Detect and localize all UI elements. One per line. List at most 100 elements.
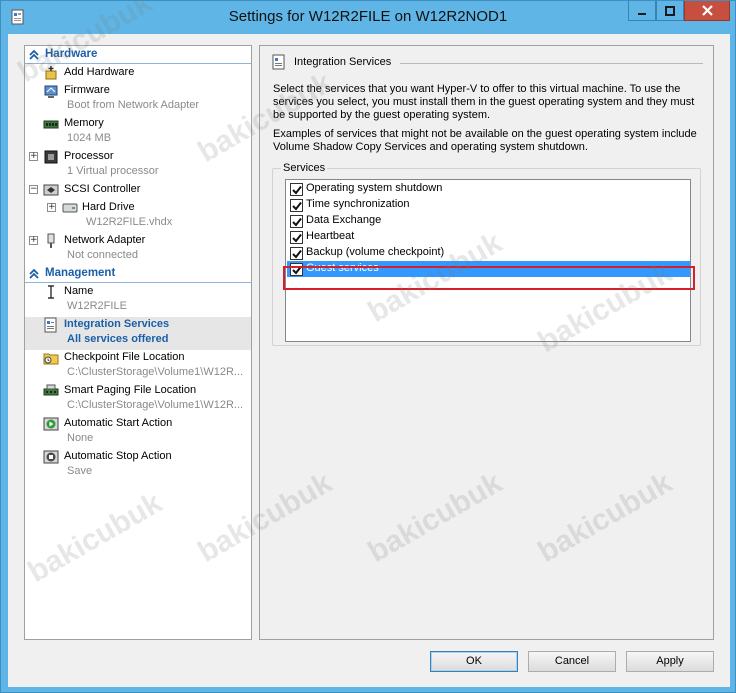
collapse-toggle[interactable]: − xyxy=(29,185,38,194)
checkmark-icon xyxy=(292,233,302,243)
cancel-button[interactable]: Cancel xyxy=(528,651,616,672)
service-label: Data Exchange xyxy=(306,214,382,226)
minimize-button[interactable] xyxy=(628,1,656,21)
apply-button[interactable]: Apply xyxy=(626,651,714,672)
nav-item-smart-paging-location[interactable]: Smart Paging File Location C:\ClusterSto… xyxy=(25,383,251,416)
nav-item-label: Hard Drive xyxy=(82,201,135,213)
service-checkbox[interactable] xyxy=(290,215,303,228)
checkmark-icon xyxy=(292,201,302,211)
nav-item-value: C:\ClusterStorage\Volume1\W12R... xyxy=(67,366,244,378)
hardware-header-label: Hardware xyxy=(45,48,98,60)
nav-item-label: Network Adapter xyxy=(64,234,146,246)
integration-services-panel: Integration Services Select the services… xyxy=(259,45,714,640)
service-checkbox[interactable] xyxy=(290,247,303,260)
settings-nav-tree: Hardware Add Hardware Firmware Boot from… xyxy=(24,45,252,640)
nav-item-label: Automatic Stop Action xyxy=(64,450,172,462)
nav-item-integration-services[interactable]: Integration Services All services offere… xyxy=(25,317,251,350)
service-checkbox[interactable] xyxy=(290,183,303,196)
hard-drive-icon xyxy=(62,203,78,213)
maximize-icon xyxy=(665,5,675,16)
nav-item-processor[interactable]: + Processor 1 Virtual processor xyxy=(25,149,251,182)
service-label: Time synchronization xyxy=(306,198,410,210)
nav-item-checkpoint-location[interactable]: Checkpoint File Location C:\ClusterStora… xyxy=(25,350,251,383)
header-divider xyxy=(400,63,703,64)
nav-item-label: Memory xyxy=(64,117,104,129)
nav-item-label: Add Hardware xyxy=(64,66,135,78)
close-icon xyxy=(701,5,713,16)
network-adapter-icon xyxy=(47,233,55,248)
service-backup[interactable]: Backup (volume checkpoint) xyxy=(287,245,690,261)
services-examples-note: Examples of services that might not be a… xyxy=(273,128,697,153)
nav-item-value: 1024 MB xyxy=(67,132,112,144)
firmware-icon xyxy=(44,85,58,98)
settings-window: Settings for W12R2FILE on W12R2NOD1 Hard… xyxy=(0,0,736,693)
nav-item-hard-drive[interactable]: + Hard Drive W12R2FILE.vhdx xyxy=(25,200,251,233)
title-bar[interactable]: Settings for W12R2FILE on W12R2NOD1 xyxy=(1,1,735,33)
service-label: Operating system shutdown xyxy=(306,182,443,194)
maximize-button[interactable] xyxy=(656,1,684,21)
service-time-synchronization[interactable]: Time synchronization xyxy=(287,197,690,213)
service-checkbox[interactable] xyxy=(290,263,303,276)
checkpoint-folder-icon xyxy=(43,353,59,365)
start-action-icon xyxy=(43,417,59,431)
nav-item-label: Name xyxy=(64,285,94,297)
hardware-section-header[interactable]: Hardware xyxy=(25,47,251,64)
nav-item-value: 1 Virtual processor xyxy=(67,165,159,177)
nav-item-memory[interactable]: Memory 1024 MB xyxy=(25,116,251,149)
services-group-label: Services xyxy=(281,162,328,174)
services-checklist[interactable]: Operating system shutdown Time synchroni… xyxy=(285,179,691,342)
management-header-label: Management xyxy=(45,267,116,279)
nav-item-value: C:\ClusterStorage\Volume1\W12R... xyxy=(67,399,244,411)
management-section-header[interactable]: Management xyxy=(25,266,251,283)
ok-button[interactable]: OK xyxy=(430,651,518,672)
nav-item-name[interactable]: Name W12R2FILE xyxy=(25,284,251,317)
nav-item-value: Not connected xyxy=(67,249,138,261)
nav-item-label: Smart Paging File Location xyxy=(64,384,197,396)
nav-item-scsi-controller[interactable]: − SCSI Controller xyxy=(25,182,251,199)
service-label: Heartbeat xyxy=(306,230,355,242)
name-icon xyxy=(48,285,54,299)
nav-item-automatic-start-action[interactable]: Automatic Start Action None xyxy=(25,416,251,449)
nav-item-value: Save xyxy=(67,465,93,477)
nav-item-value: W12R2FILE.vhdx xyxy=(86,216,173,228)
dialog-client-area: Hardware Add Hardware Firmware Boot from… xyxy=(8,34,730,687)
nav-item-value: None xyxy=(67,432,94,444)
services-group: Services Operating system shutdown Time … xyxy=(272,162,701,346)
service-operating-system-shutdown[interactable]: Operating system shutdown xyxy=(287,181,690,197)
window-title: Settings for W12R2FILE on W12R2NOD1 xyxy=(228,8,508,25)
minimize-icon xyxy=(638,12,646,15)
nav-item-label: Integration Services xyxy=(64,318,170,330)
integration-services-icon xyxy=(272,54,285,70)
checkmark-icon xyxy=(292,185,302,195)
nav-item-label: SCSI Controller xyxy=(64,183,141,195)
service-checkbox[interactable] xyxy=(290,199,303,212)
expand-toggle[interactable]: + xyxy=(29,152,38,161)
service-data-exchange[interactable]: Data Exchange xyxy=(287,213,690,229)
smart-paging-icon xyxy=(43,384,59,396)
nav-item-label: Checkpoint File Location xyxy=(64,351,185,363)
processor-icon xyxy=(44,150,58,164)
stop-action-icon xyxy=(43,450,59,464)
nav-item-label: Automatic Start Action xyxy=(64,417,173,429)
services-description: Select the services that you want Hyper-… xyxy=(273,83,695,121)
nav-item-add-hardware[interactable]: Add Hardware xyxy=(25,65,251,82)
nav-item-label: Processor xyxy=(64,150,114,162)
integration-services-icon xyxy=(44,317,57,333)
expand-toggle[interactable]: + xyxy=(29,236,38,245)
add-hardware-icon xyxy=(45,66,57,80)
checkmark-icon xyxy=(292,217,302,227)
close-button[interactable] xyxy=(684,1,730,21)
nav-item-automatic-stop-action[interactable]: Automatic Stop Action Save xyxy=(25,449,251,482)
service-label: Guest services xyxy=(306,262,379,274)
checkmark-icon xyxy=(292,265,302,275)
memory-icon xyxy=(43,120,59,129)
service-heartbeat[interactable]: Heartbeat xyxy=(287,229,690,245)
expand-toggle[interactable]: + xyxy=(47,203,56,212)
collapse-chevron-icon xyxy=(29,49,39,60)
nav-item-network-adapter[interactable]: + Network Adapter Not connected xyxy=(25,233,251,266)
nav-item-value: All services offered xyxy=(67,333,169,345)
service-checkbox[interactable] xyxy=(290,231,303,244)
checkmark-icon xyxy=(292,249,302,259)
service-guest-services[interactable]: Guest services xyxy=(287,261,690,277)
nav-item-firmware[interactable]: Firmware Boot from Network Adapter xyxy=(25,83,251,116)
